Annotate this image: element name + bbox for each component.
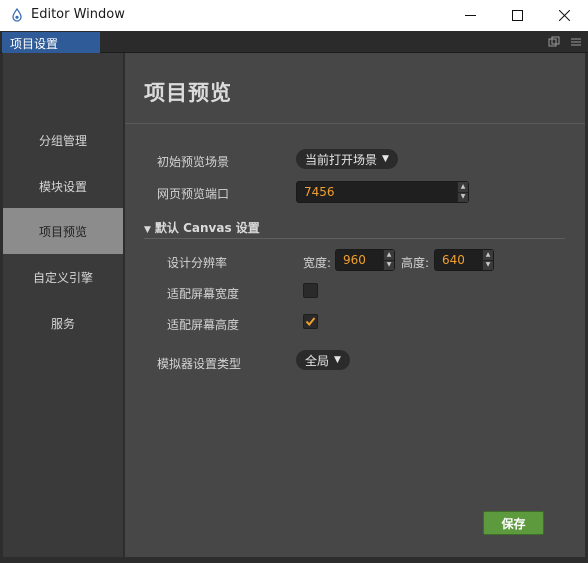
canvas-section-header[interactable]: ▼ 默认 Canvas 设置 — [144, 219, 260, 236]
close-icon — [558, 10, 570, 21]
collapse-triangle-icon: ▼ — [144, 225, 151, 235]
web-port-input[interactable]: 7456 ▲ ▼ — [296, 181, 469, 203]
fit-height-checkbox[interactable] — [303, 314, 318, 329]
save-button[interactable]: 保存 — [483, 511, 544, 535]
sidebar-item-label: 服务 — [50, 316, 75, 331]
initial-scene-dropdown[interactable]: 当前打开场景 ▼ — [296, 149, 398, 169]
close-button[interactable] — [541, 0, 587, 31]
stepper-down-icon[interactable]: ▼ — [384, 261, 394, 271]
app-logo-icon — [12, 8, 22, 22]
section-divider — [144, 238, 565, 239]
minimize-icon — [464, 15, 476, 16]
canvas-section-title: 默认 Canvas 设置 — [154, 221, 260, 235]
resolution-height-value: 640 — [442, 253, 465, 267]
settings-panel: 项目预览 初始预览场景 当前打开场景 ▼ 网页预览端口 7456 ▲ ▼ ▼ 默认… — [125, 53, 585, 557]
stepper-up-icon[interactable]: ▲ — [458, 182, 468, 193]
sidebar-item-services[interactable]: 服务 — [3, 300, 123, 346]
page-title: 项目预览 — [144, 81, 232, 105]
fit-height-label: 适配屏幕高度 — [167, 318, 240, 332]
width-label: 宽度: — [303, 256, 332, 270]
fit-width-label: 适配屏幕宽度 — [167, 287, 240, 301]
initial-scene-label: 初始预览场景 — [157, 155, 230, 169]
web-port-stepper[interactable]: ▲ ▼ — [457, 182, 468, 202]
resolution-width-value: 960 — [343, 253, 366, 267]
simulator-type-dropdown[interactable]: 全局 ▼ — [296, 350, 350, 370]
dock-tabbar: 项目设置 — [0, 31, 588, 53]
popout-icon[interactable] — [548, 36, 560, 48]
width-stepper[interactable]: ▲ ▼ — [383, 250, 394, 270]
settings-sidebar: 分组管理 模块设置 项目预览 自定义引擎 服务 — [3, 53, 123, 557]
stepper-up-icon[interactable]: ▲ — [483, 250, 493, 261]
title-divider — [125, 123, 585, 124]
initial-scene-value: 当前打开场景 — [305, 152, 378, 167]
web-port-value: 7456 — [304, 185, 335, 199]
window-title: Editor Window — [31, 7, 125, 22]
sidebar-item-label: 项目预览 — [38, 224, 87, 239]
fit-width-checkbox[interactable] — [303, 283, 318, 298]
stepper-down-icon[interactable]: ▼ — [483, 261, 493, 271]
minimize-button[interactable] — [447, 0, 493, 31]
menu-icon[interactable] — [570, 36, 582, 48]
caret-down-icon: ▼ — [334, 355, 341, 365]
stepper-down-icon[interactable]: ▼ — [458, 193, 468, 203]
height-stepper[interactable]: ▲ ▼ — [482, 250, 493, 270]
sidebar-item-label: 分组管理 — [38, 133, 87, 148]
dock-tab-project-settings[interactable]: 项目设置 — [2, 32, 100, 53]
simulator-type-value: 全局 — [305, 353, 330, 368]
simulator-type-label: 模拟器设置类型 — [157, 357, 242, 371]
window-titlebar[interactable]: Editor Window — [0, 0, 588, 31]
resolution-height-input[interactable]: 640 ▲ ▼ — [434, 249, 494, 271]
maximize-icon — [511, 10, 523, 21]
checkmark-icon — [305, 317, 316, 327]
sidebar-item-project-preview[interactable]: 项目预览 — [3, 208, 123, 254]
design-resolution-label: 设计分辨率 — [167, 256, 228, 270]
sidebar-item-custom-engine[interactable]: 自定义引擎 — [3, 254, 123, 300]
stepper-up-icon[interactable]: ▲ — [384, 250, 394, 261]
web-port-label: 网页预览端口 — [157, 187, 230, 201]
sidebar-item-label: 自定义引擎 — [32, 270, 93, 285]
sidebar-item-module-settings[interactable]: 模块设置 — [3, 163, 123, 209]
caret-down-icon: ▼ — [382, 154, 389, 164]
maximize-button[interactable] — [494, 0, 540, 31]
sidebar-item-label: 模块设置 — [38, 179, 87, 194]
sidebar-item-group-management[interactable]: 分组管理 — [3, 117, 123, 163]
height-label: 高度: — [401, 256, 430, 270]
resolution-width-input[interactable]: 960 ▲ ▼ — [335, 249, 395, 271]
